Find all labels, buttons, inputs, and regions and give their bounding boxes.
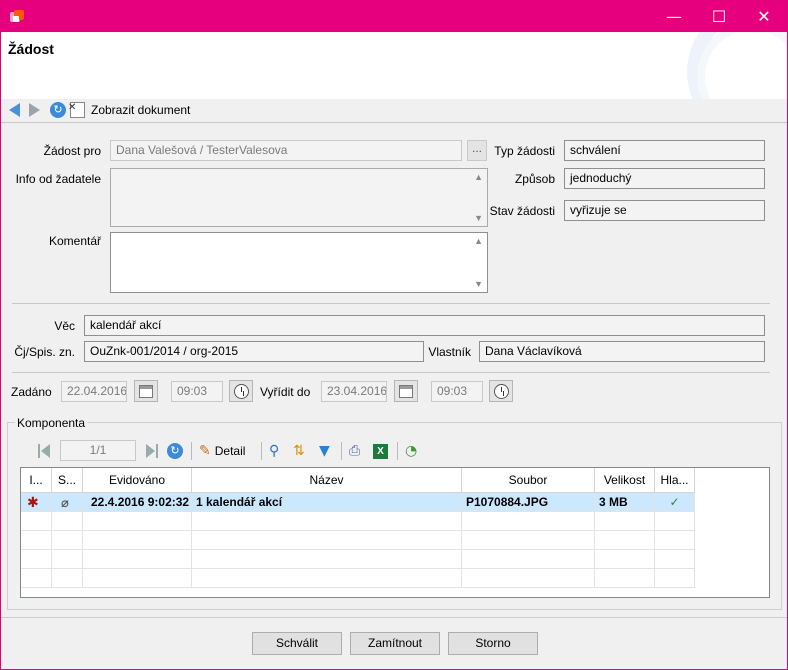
column-header[interactable]: Velikost — [595, 468, 655, 493]
column-header[interactable]: Název — [192, 468, 462, 493]
due-date-field: 23.04.2016 — [321, 381, 387, 402]
toolbar: ↻ Zobrazit dokument — [1, 99, 787, 121]
comment-textarea[interactable]: ▲ ▼ — [110, 232, 488, 293]
document-type-icon: ✱ — [21, 493, 52, 512]
app-logo-icon — [10, 10, 24, 24]
column-header[interactable]: S... — [52, 468, 83, 493]
refresh-grid-icon[interactable]: ↻ — [167, 439, 183, 463]
assigned-date-field: 22.04.2016 — [61, 381, 127, 402]
subject-field: kalendář akcí — [84, 315, 765, 336]
size-cell: 3 MB — [595, 493, 655, 512]
assigned-time-field: 09:03 — [171, 381, 223, 402]
page-title: Žádost — [8, 41, 54, 57]
table-row — [21, 550, 695, 569]
sort-icon[interactable]: ⇅ — [293, 439, 305, 463]
cancel-button[interactable]: Storno — [448, 632, 538, 655]
applicant-info-textarea: ▲ ▼ — [110, 168, 488, 227]
toolbar-separator — [341, 439, 342, 463]
search-icon[interactable]: ⚲ — [269, 439, 279, 463]
table-header: I... S... Evidováno Název Soubor Velikos… — [21, 468, 695, 493]
table-row — [21, 569, 695, 588]
show-document-button[interactable]: Zobrazit dokument — [91, 103, 190, 117]
history-icon[interactable]: ◔ — [405, 439, 417, 463]
owner-field: Dana Václavíková — [479, 341, 765, 362]
clock-icon — [233, 383, 249, 399]
registered-cell: 22.4.2016 9:02:32 — [83, 493, 192, 512]
due-label: Vyřídit do — [260, 385, 311, 399]
toolbar-separator — [397, 439, 398, 463]
approve-button[interactable]: Schválit — [252, 632, 342, 655]
toolbar-divider — [1, 122, 787, 123]
maximize-button[interactable]: ☐ — [696, 1, 742, 32]
detail-button[interactable]: ✎ Detail — [199, 439, 245, 463]
title-bar: — ☐ ✕ — [1, 1, 787, 32]
table-row — [21, 531, 695, 550]
applicant-info-label: Info od žadatele — [15, 172, 101, 186]
assigned-date-picker[interactable] — [134, 380, 158, 402]
column-header[interactable]: I... — [21, 468, 52, 493]
comment-label: Komentář — [48, 234, 101, 248]
due-date-picker[interactable] — [394, 380, 418, 402]
owner-label: Vlastník — [428, 345, 471, 359]
reference-label: Čj/Spis. zn. — [14, 345, 75, 359]
method-label: Způsob — [514, 172, 555, 186]
request-for-field: Dana Valešová / TesterValesova — [110, 140, 462, 161]
reject-button[interactable]: Zamítnout — [350, 632, 440, 655]
toolbar-separator — [191, 439, 192, 463]
minimize-button[interactable]: — — [651, 1, 697, 32]
pager-first-icon[interactable] — [38, 439, 50, 463]
request-for-label: Žádost pro — [43, 144, 101, 158]
attachment-icon: ⌀ — [52, 493, 83, 512]
clock-icon — [493, 383, 509, 399]
scroll-up-icon: ▲ — [474, 172, 483, 182]
request-type-label: Typ žádosti — [494, 144, 555, 158]
header-banner: Žádost — [1, 32, 787, 99]
pager-last-icon[interactable] — [146, 439, 158, 463]
due-time-picker[interactable] — [489, 380, 513, 402]
print-icon[interactable]: ⎙ — [349, 439, 360, 463]
back-arrow-icon[interactable] — [9, 103, 20, 117]
main-check-icon: ✓ — [655, 493, 695, 512]
table-row[interactable]: ✱ ⌀ 22.4.2016 9:02:32 1 kalendář akcí P1… — [21, 493, 695, 512]
scroll-down-icon: ▼ — [474, 213, 483, 223]
request-type-field: schválení — [564, 140, 765, 161]
component-title: Komponenta — [15, 416, 88, 430]
name-cell: 1 kalendář akcí — [192, 493, 462, 512]
subject-label: Věc — [54, 319, 75, 333]
forward-arrow-icon[interactable] — [29, 103, 40, 117]
calendar-icon — [139, 384, 153, 398]
table-row — [21, 512, 695, 531]
document-icon[interactable] — [68, 102, 85, 118]
status-field: vyřizuje se — [564, 200, 765, 221]
column-header[interactable]: Hla... — [655, 468, 695, 493]
method-field: jednoduchý — [564, 168, 765, 189]
component-table: I... S... Evidováno Název Soubor Velikos… — [20, 467, 770, 598]
file-cell: P1070884.JPG — [462, 493, 595, 512]
refresh-icon[interactable]: ↻ — [50, 102, 66, 118]
toolbar-separator — [261, 439, 262, 463]
close-button[interactable]: ✕ — [741, 1, 787, 32]
detail-label: Detail — [214, 444, 246, 458]
request-window: — ☐ ✕ Žádost ↻ Zobrazit dokument Žádost … — [0, 0, 788, 670]
scroll-up-icon[interactable]: ▲ — [474, 236, 483, 246]
status-label: Stav žádosti — [489, 204, 555, 218]
reference-field: OuZnk-001/2014 / org-2015 — [84, 341, 424, 362]
column-header[interactable]: Soubor — [462, 468, 595, 493]
footer-divider — [1, 617, 787, 618]
excel-export-icon[interactable]: X — [373, 439, 388, 463]
section-divider — [12, 303, 770, 304]
edit-icon: ✎ — [199, 443, 211, 459]
decorative-swirl-inner — [697, 32, 787, 99]
pager-field: 1/1 — [60, 440, 136, 461]
due-time-field: 09:03 — [431, 381, 483, 402]
filter-icon[interactable]: ▼ — [319, 439, 330, 463]
calendar-icon — [399, 384, 413, 398]
assigned-label: Zadáno — [11, 385, 52, 399]
section-divider-2 — [12, 372, 770, 373]
scroll-down-icon[interactable]: ▼ — [474, 279, 483, 289]
column-header[interactable]: Evidováno — [83, 468, 192, 493]
assigned-time-picker[interactable] — [229, 380, 253, 402]
request-for-browse-button[interactable]: ... — [467, 140, 487, 161]
